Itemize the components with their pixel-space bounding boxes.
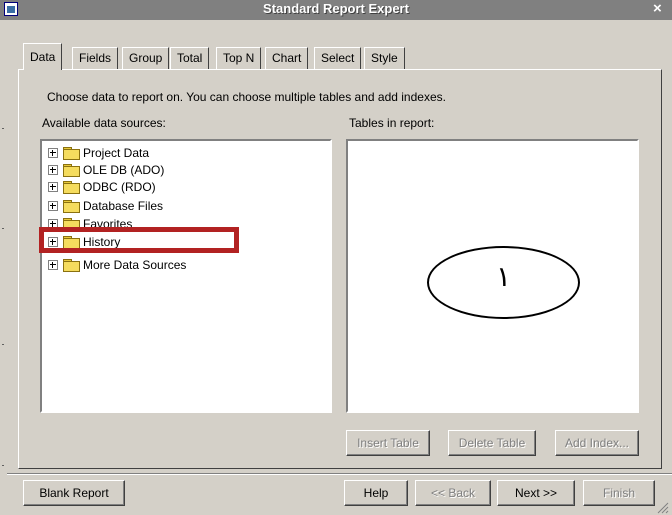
tree-item-project-data[interactable]: Project Data [48, 144, 149, 161]
resize-grip-icon[interactable] [655, 500, 669, 514]
available-sources-label: Available data sources: [42, 116, 166, 130]
folder-icon [63, 199, 80, 213]
title-bar[interactable]: Standard Report Expert × [0, 0, 672, 20]
tables-in-report-label: Tables in report: [349, 116, 435, 130]
tab-fields[interactable]: Fields [72, 47, 119, 69]
window-left-edge [0, 20, 7, 515]
edge-mark [2, 344, 4, 345]
annotation-number: ١ [495, 260, 512, 293]
edge-mark [2, 465, 4, 466]
finish-button[interactable]: Finish [583, 480, 655, 506]
tab-group[interactable]: Group [122, 47, 170, 69]
tab-label: Style [371, 51, 398, 65]
tab-label: Fields [79, 51, 112, 65]
tree-item-label: OLE DB (ADO) [83, 162, 165, 177]
close-icon[interactable]: × [653, 0, 662, 17]
folder-icon [63, 163, 80, 177]
tab-top-n[interactable]: Top N [216, 47, 262, 69]
tree-item-database-files[interactable]: Database Files [48, 197, 163, 214]
next-button[interactable]: Next >> [497, 480, 575, 506]
tab-label: Total [177, 51, 203, 65]
help-button[interactable]: Help [344, 480, 408, 506]
insert-table-button[interactable]: Insert Table [346, 430, 430, 456]
tab-total[interactable]: Total [170, 47, 210, 69]
tab-label: Group [129, 51, 163, 65]
tab-label: Data [30, 50, 56, 64]
expand-icon[interactable] [48, 147, 58, 158]
tab-data[interactable]: Data [23, 43, 63, 70]
edge-mark [2, 128, 4, 129]
folder-icon [63, 258, 80, 272]
instructions-text: Choose data to report on. You can choose… [47, 90, 446, 104]
tree-item-ole-db[interactable]: OLE DB (ADO) [48, 161, 164, 178]
folder-icon [63, 146, 80, 160]
tree-item-label: More Data Sources [83, 257, 187, 272]
tab-style[interactable]: Style [364, 47, 405, 69]
expand-icon[interactable] [48, 200, 58, 211]
history-highlight-annotation [39, 227, 239, 253]
tab-chart[interactable]: Chart [265, 47, 309, 69]
separator [7, 473, 672, 475]
available-sources-tree[interactable]: Project Data OLE DB (ADO) ODBC (RDO) Dat… [40, 139, 332, 413]
back-button[interactable]: << Back [415, 480, 491, 506]
tree-item-label: ODBC (RDO) [83, 179, 156, 194]
expand-icon[interactable] [48, 259, 58, 270]
expand-icon[interactable] [48, 164, 58, 175]
blank-report-button[interactable]: Blank Report [23, 480, 125, 506]
window-title: Standard Report Expert [263, 1, 409, 16]
tab-select[interactable]: Select [314, 47, 362, 69]
tab-label: Top N [223, 51, 255, 65]
tab-label: Chart [272, 51, 302, 65]
tree-item-label: Database Files [83, 198, 164, 213]
folder-icon [63, 180, 80, 194]
tree-item-odbc[interactable]: ODBC (RDO) [48, 178, 156, 195]
delete-table-button[interactable]: Delete Table [448, 430, 536, 456]
expand-icon[interactable] [48, 181, 58, 192]
edge-mark [2, 228, 4, 229]
tree-item-label: Project Data [83, 145, 150, 160]
add-index-button[interactable]: Add Index... [555, 430, 639, 456]
tab-label: Select [321, 51, 355, 65]
tree-item-more-data-sources[interactable]: More Data Sources [48, 256, 186, 273]
